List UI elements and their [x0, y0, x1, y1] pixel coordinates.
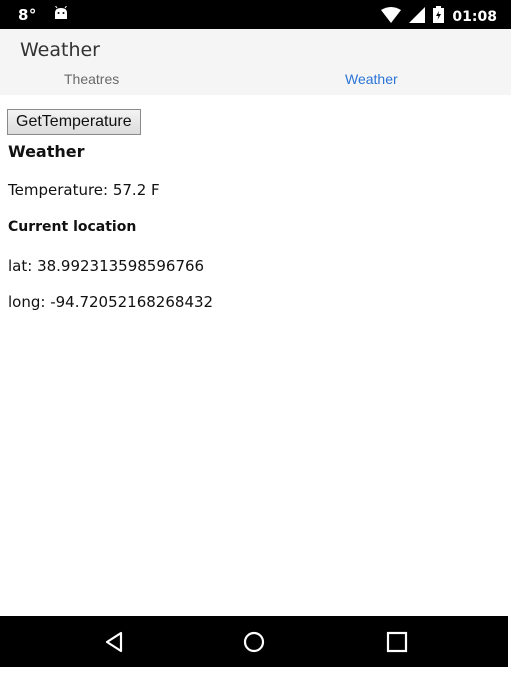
app-header: Weather Theatres Weather — [0, 29, 511, 95]
status-left: 8° — [18, 5, 69, 24]
app-title: Weather — [20, 39, 100, 61]
status-bar: 8° 01:08 — [0, 0, 511, 29]
android-debug-icon — [53, 5, 69, 24]
status-temperature: 8° — [18, 6, 37, 24]
location-heading: Current location — [8, 219, 137, 235]
home-icon[interactable] — [240, 628, 268, 656]
get-temperature-button[interactable]: GetTemperature — [7, 109, 141, 135]
latitude-text: lat: 38.992313598596766 — [8, 257, 205, 275]
status-time: 01:08 — [452, 8, 497, 25]
status-right: 01:08 — [381, 6, 497, 27]
weather-page: GetTemperature Weather Temperature: 57.2… — [0, 95, 515, 615]
recents-icon[interactable] — [383, 628, 411, 656]
temperature-text: Temperature: 57.2 F — [8, 181, 160, 199]
back-icon[interactable] — [101, 628, 129, 656]
tab-theatres[interactable]: Theatres — [64, 71, 119, 87]
signal-icon — [409, 6, 426, 27]
weather-heading: Weather — [8, 142, 85, 161]
wifi-icon — [381, 6, 402, 27]
battery-icon — [433, 6, 445, 27]
tab-weather[interactable]: Weather — [345, 71, 398, 87]
longitude-text: long: -94.72052168268432 — [8, 293, 214, 311]
navigation-bar — [0, 616, 508, 667]
